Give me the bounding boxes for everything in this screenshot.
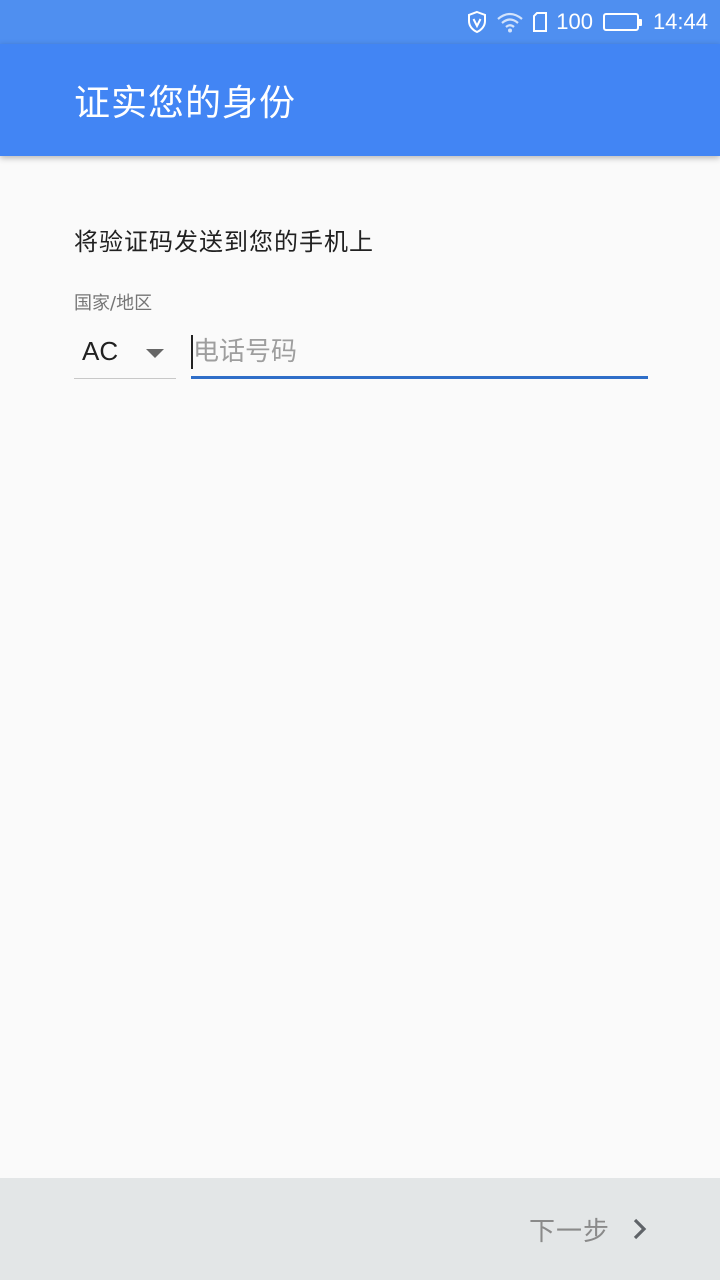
next-button-label: 下一步 bbox=[528, 1216, 610, 1247]
dropdown-arrow-icon bbox=[146, 349, 164, 358]
verification-form: 将验证码发送到您的手机上 国家/地区 AC bbox=[74, 156, 648, 379]
page-title: 证实您的身份 bbox=[74, 83, 297, 124]
instruction-text: 将验证码发送到您的手机上 bbox=[74, 228, 374, 256]
phone-input[interactable] bbox=[191, 336, 648, 367]
bottom-bar: 下一步 bbox=[0, 1178, 720, 1280]
vpn-shield-icon bbox=[466, 10, 488, 34]
app-bar: 证实您的身份 bbox=[0, 44, 720, 156]
country-code: AC bbox=[82, 336, 119, 366]
wifi-icon bbox=[496, 11, 524, 33]
chevron-right-icon bbox=[632, 1217, 648, 1241]
text-cursor bbox=[191, 335, 193, 369]
phone-row: AC bbox=[74, 333, 648, 379]
status-bar: 100 14:44 bbox=[0, 0, 720, 44]
phone-field[interactable] bbox=[191, 333, 648, 379]
battery-icon bbox=[602, 13, 642, 31]
clock: 14:44 bbox=[652, 9, 708, 34]
battery-percent: 100 bbox=[556, 9, 593, 34]
next-button[interactable]: 下一步 bbox=[529, 1211, 648, 1248]
sim-card-icon bbox=[532, 11, 548, 33]
country-label: 国家/地区 bbox=[74, 293, 153, 314]
country-select[interactable]: AC bbox=[74, 333, 176, 379]
